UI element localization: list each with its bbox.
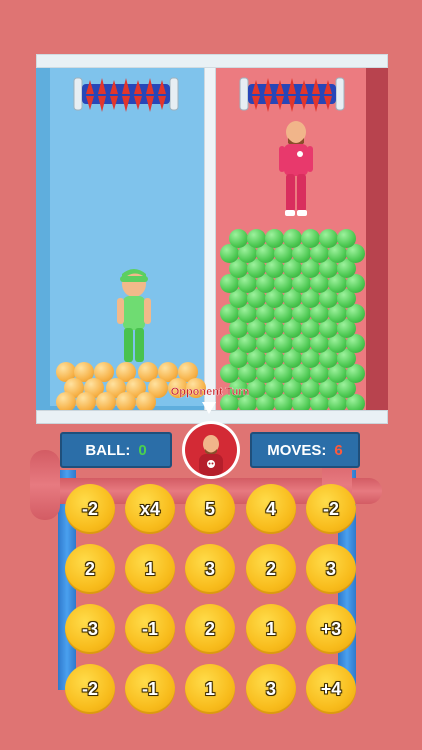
green-ball [265,229,284,248]
coin-button[interactable]: -3 [65,604,115,654]
green-ball [229,229,248,248]
green-ball [319,229,338,248]
coin-button[interactable]: 1 [125,544,175,594]
coin-button[interactable]: -2 [65,484,115,534]
green-ball [247,229,266,248]
pipe-red-left-bend [30,450,60,520]
ball-counter-panel: BALL: 0 [60,432,172,468]
player-character [117,269,151,362]
coin-button[interactable]: 2 [65,544,115,594]
coin-button[interactable]: +3 [306,604,356,654]
turn-pointer-icon [202,402,216,414]
opponent-room-side-wall [366,66,388,412]
spike-roller-right [239,77,345,112]
opponent-avatar-icon [199,435,223,476]
game-scene: Opponent Turn BALL: 0 MOVES: 6 -2 x4 5 4 -2 2… [0,0,422,750]
green-ball [337,229,356,248]
coin-button[interactable]: 3 [185,544,235,594]
green-ball [301,229,320,248]
opponent-avatar [185,424,237,476]
room-divider [204,66,216,412]
coin-button[interactable]: -1 [125,664,175,714]
coin-button[interactable]: -2 [306,484,356,534]
moves-counter-label: MOVES: [267,441,327,459]
coin-button[interactable]: -2 [65,664,115,714]
coin-button[interactable]: 5 [185,484,235,534]
spike-roller-left [73,77,179,112]
ball-counter-label: BALL: [85,441,131,459]
coin-button[interactable]: 4 [246,484,296,534]
green-ball [283,229,302,248]
ball-counter-value: 0 [138,441,147,459]
coin-button[interactable]: x4 [125,484,175,534]
coin-button[interactable]: -1 [125,604,175,654]
coin-button[interactable]: 3 [306,544,356,594]
coin-button[interactable]: 1 [185,664,235,714]
coin-button[interactable]: +4 [306,664,356,714]
coin-button[interactable]: 2 [185,604,235,654]
opponent-turn-label: Opponent Turn [170,386,250,398]
opponent-character [279,121,313,216]
coin-button[interactable]: 2 [246,544,296,594]
moves-counter-value: 6 [334,441,343,459]
coin-button[interactable]: 3 [246,664,296,714]
rooms-ceiling [36,54,388,68]
coin-button[interactable]: 1 [246,604,296,654]
moves-counter-panel: MOVES: 6 [250,432,360,468]
